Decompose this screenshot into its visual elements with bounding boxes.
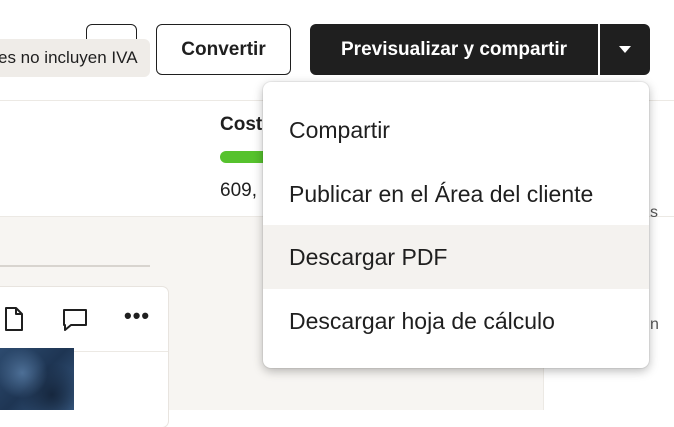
cost-value: 609, (220, 180, 257, 201)
caret-down-icon (619, 46, 631, 53)
menu-item-publish-client-area[interactable]: Publicar en el Área del cliente (263, 162, 649, 226)
preview-share-dropdown-menu: Compartir Publicar en el Área del client… (263, 82, 649, 368)
menu-item-download-spreadsheet[interactable]: Descargar hoja de cálculo (263, 289, 649, 353)
convert-button-label: Convertir (181, 38, 266, 60)
more-options-icon[interactable]: ••• (124, 305, 150, 331)
card-toolbar: ••• (0, 287, 168, 352)
document-icon[interactable] (4, 307, 24, 331)
section-divider (0, 265, 150, 267)
menu-item-share[interactable]: Compartir (263, 98, 649, 162)
right-panel-text-fragment: s (650, 204, 658, 221)
preview-share-button[interactable]: Previsualizar y compartir (310, 24, 598, 75)
right-panel-text-fragment: n (650, 316, 659, 333)
preview-share-dropdown-toggle[interactable] (600, 24, 650, 75)
cost-label: Cost (220, 114, 263, 135)
image-thumbnail[interactable] (0, 348, 74, 410)
vat-note-badge: es no incluyen IVA (0, 39, 150, 77)
comment-icon[interactable] (62, 308, 88, 332)
preview-share-button-label: Previsualizar y compartir (341, 38, 567, 60)
menu-item-download-pdf[interactable]: Descargar PDF (263, 225, 649, 289)
convert-button[interactable]: Convertir (156, 24, 291, 75)
vat-note-text: es no incluyen IVA (0, 48, 138, 67)
